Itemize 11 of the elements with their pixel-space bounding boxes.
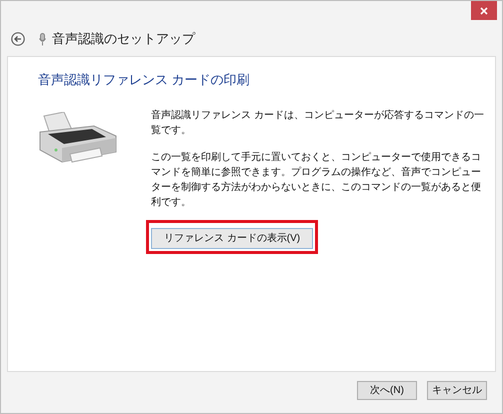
close-icon xyxy=(480,6,488,14)
description-text: この一覧を印刷して手元に置いておくと、コンピューターで使用できるコマンドを簡単に参照できます。プログラムの操作など、音声でコンピューターを制御する方法がわからないときに、このコマンドの一覧があると便利です。 xyxy=(151,150,482,210)
view-reference-card-button[interactable]: リファレンス カードの表示(V) xyxy=(151,228,314,248)
footer-button[interactable]: 次へ(N) xyxy=(357,381,417,400)
footer-button[interactable]: キャンセル xyxy=(427,381,487,400)
close-button[interactable] xyxy=(471,1,497,20)
description-text: 音声認識リファレンス カードは、コンピューターが応答するコマンドの一覧です。 xyxy=(151,108,485,138)
microphone-icon xyxy=(39,32,46,46)
window-title: 音声認識のセットアップ xyxy=(52,30,195,48)
back-icon[interactable] xyxy=(11,32,25,46)
page-heading: 音声認識リファレンス カードの印刷 xyxy=(38,71,251,89)
